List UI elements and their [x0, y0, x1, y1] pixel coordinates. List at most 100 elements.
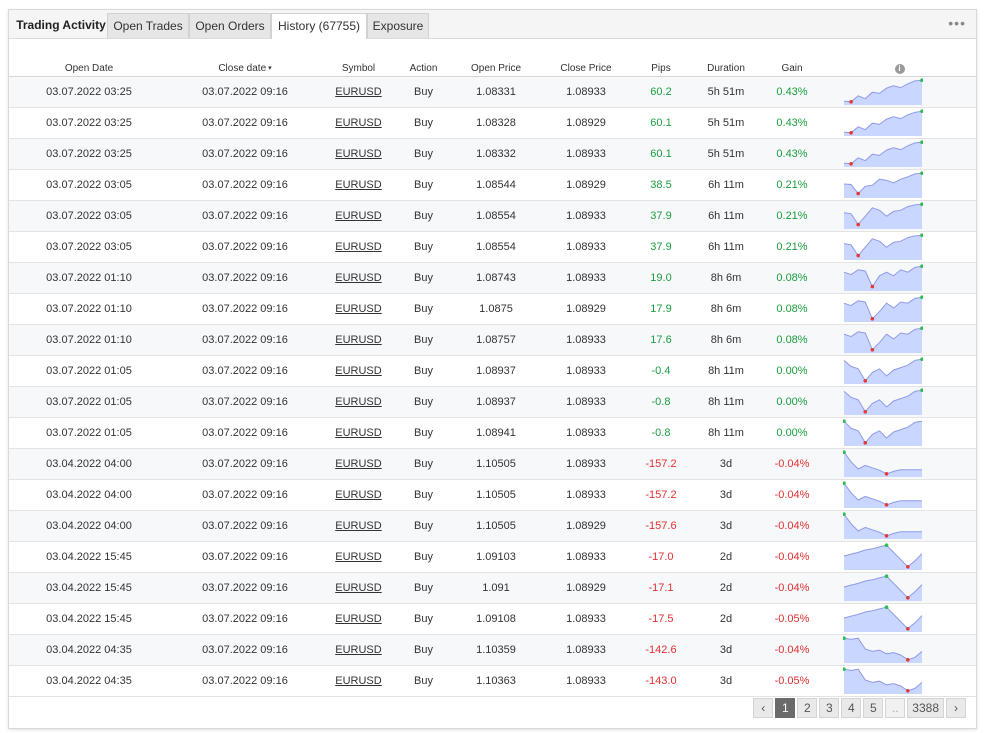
col-open-date[interactable]: Open Date: [9, 55, 169, 77]
table-body: 03.07.2022 03:25 03.07.2022 09:16 EURUSD Bu…: [9, 76, 976, 697]
sparkline-area: [844, 204, 922, 229]
page-3-button[interactable]: 3: [819, 698, 840, 718]
pagination: ‹ 1 2 3 4 5 .. 3388 ›: [753, 698, 966, 718]
cell-open-date: 03.07.2022 03:05: [9, 200, 169, 232]
trade-sparkline: [843, 605, 923, 632]
cell-sparkline: [823, 169, 976, 201]
cell-open-price: 1.08544: [451, 169, 541, 201]
cell-symbol: EURUSD: [321, 572, 396, 604]
cell-sparkline: [823, 355, 976, 387]
next-page-icon[interactable]: ›: [946, 698, 966, 718]
sparkline-low-marker: [856, 191, 860, 196]
cell-close-price: 1.08933: [541, 386, 631, 418]
cell-pips: 60.2: [631, 76, 691, 108]
page-2-button[interactable]: 2: [797, 698, 818, 718]
trade-sparkline: [843, 233, 923, 260]
sparkline-low-marker: [856, 222, 860, 227]
symbol-link[interactable]: EURUSD: [335, 458, 381, 470]
col-close-date[interactable]: Close date ▾: [169, 55, 321, 77]
cell-open-date: 03.07.2022 01:10: [9, 293, 169, 325]
tab-open-orders[interactable]: Open Orders: [189, 13, 271, 38]
sparkline-low-marker: [863, 379, 868, 383]
cell-open-price: 1.0875: [451, 293, 541, 325]
col-symbol[interactable]: Symbol: [321, 55, 396, 77]
sparkline-area: [844, 173, 922, 198]
page-1-button[interactable]: 1: [775, 698, 796, 718]
symbol-link[interactable]: EURUSD: [335, 551, 381, 563]
symbol-link[interactable]: EURUSD: [335, 210, 381, 222]
cell-close-date: 03.07.2022 09:16: [169, 510, 321, 542]
sparkline-area: [844, 80, 922, 105]
cell-symbol: EURUSD: [321, 479, 396, 511]
cell-open-price: 1.10505: [451, 479, 541, 511]
tab-history[interactable]: History (67755): [271, 13, 367, 39]
cell-gain: 0.21%: [761, 231, 823, 263]
sparkline-area: [844, 483, 922, 508]
symbol-link[interactable]: EURUSD: [335, 396, 381, 408]
symbol-link[interactable]: EURUSD: [335, 675, 381, 687]
cell-gain: -0.05%: [761, 665, 823, 697]
symbol-link[interactable]: EURUSD: [335, 365, 381, 377]
sparkline-low-marker: [863, 410, 868, 414]
cell-close-price: 1.08933: [541, 355, 631, 387]
table-row: 03.07.2022 01:10 03.07.2022 09:16 EURUSD Bu…: [9, 262, 976, 294]
cell-pips: -157.6: [631, 510, 691, 542]
cell-open-date: 03.07.2022 01:10: [9, 324, 169, 356]
cell-duration: 3d: [691, 665, 761, 697]
sparkline-low-marker: [906, 627, 910, 631]
cell-open-price: 1.10359: [451, 634, 541, 666]
symbol-link[interactable]: EURUSD: [335, 179, 381, 191]
cell-sparkline: [823, 324, 976, 356]
cell-sparkline: [823, 634, 976, 666]
table-row: 03.04.2022 15:45 03.07.2022 09:16 EURUSD Bu…: [9, 603, 976, 635]
sparkline-low-marker: [906, 658, 910, 662]
last-page-button[interactable]: 3388: [907, 698, 944, 718]
cell-close-date: 03.07.2022 09:16: [169, 200, 321, 232]
cell-close-date: 03.07.2022 09:16: [169, 324, 321, 356]
symbol-link[interactable]: EURUSD: [335, 272, 381, 284]
cell-open-price: 1.08328: [451, 107, 541, 139]
col-duration[interactable]: Duration: [691, 55, 761, 77]
cell-close-price: 1.08933: [541, 262, 631, 294]
col-open-price[interactable]: Open Price: [451, 55, 541, 77]
symbol-link[interactable]: EURUSD: [335, 582, 381, 594]
col-pips[interactable]: Pips: [631, 55, 691, 77]
page-4-button[interactable]: 4: [841, 698, 862, 718]
cell-duration: 8h 6m: [691, 293, 761, 325]
cell-close-price: 1.08929: [541, 107, 631, 139]
tab-exposure[interactable]: Exposure: [367, 13, 429, 38]
col-action[interactable]: Action: [396, 55, 451, 77]
cell-close-price: 1.08933: [541, 448, 631, 480]
cell-symbol: EURUSD: [321, 386, 396, 418]
symbol-link[interactable]: EURUSD: [335, 86, 381, 98]
tab-bar: Trading Activity Open Trades Open Orders…: [9, 10, 976, 39]
cell-sparkline: [823, 541, 976, 573]
symbol-link[interactable]: EURUSD: [335, 520, 381, 532]
symbol-link[interactable]: EURUSD: [335, 334, 381, 346]
col-gain[interactable]: Gain: [761, 55, 823, 77]
table-row: 03.04.2022 04:00 03.07.2022 09:16 EURUSD Bu…: [9, 510, 976, 542]
symbol-link[interactable]: EURUSD: [335, 148, 381, 160]
symbol-link[interactable]: EURUSD: [335, 427, 381, 439]
cell-close-price: 1.08933: [541, 76, 631, 108]
cell-sparkline: [823, 572, 976, 604]
prev-page-icon[interactable]: ‹: [753, 698, 774, 718]
symbol-link[interactable]: EURUSD: [335, 303, 381, 315]
symbol-link[interactable]: EURUSD: [335, 241, 381, 253]
table-row: 03.07.2022 03:25 03.07.2022 09:16 EURUSD Bu…: [9, 107, 976, 139]
tab-open-trades[interactable]: Open Trades: [107, 13, 189, 38]
cell-gain: 0.43%: [761, 76, 823, 108]
cell-gain: -0.04%: [761, 479, 823, 511]
sparkline-high-marker: [884, 605, 889, 609]
more-dots-icon[interactable]: •••: [948, 15, 966, 31]
cell-action: Buy: [396, 169, 451, 201]
page-5-button[interactable]: 5: [863, 698, 884, 718]
symbol-link[interactable]: EURUSD: [335, 489, 381, 501]
symbol-link[interactable]: EURUSD: [335, 117, 381, 129]
trade-sparkline: [843, 109, 923, 136]
info-icon[interactable]: i: [894, 64, 905, 74]
sparkline-area: [844, 111, 922, 136]
symbol-link[interactable]: EURUSD: [335, 644, 381, 656]
col-close-price[interactable]: Close Price: [541, 55, 631, 77]
symbol-link[interactable]: EURUSD: [335, 613, 381, 625]
